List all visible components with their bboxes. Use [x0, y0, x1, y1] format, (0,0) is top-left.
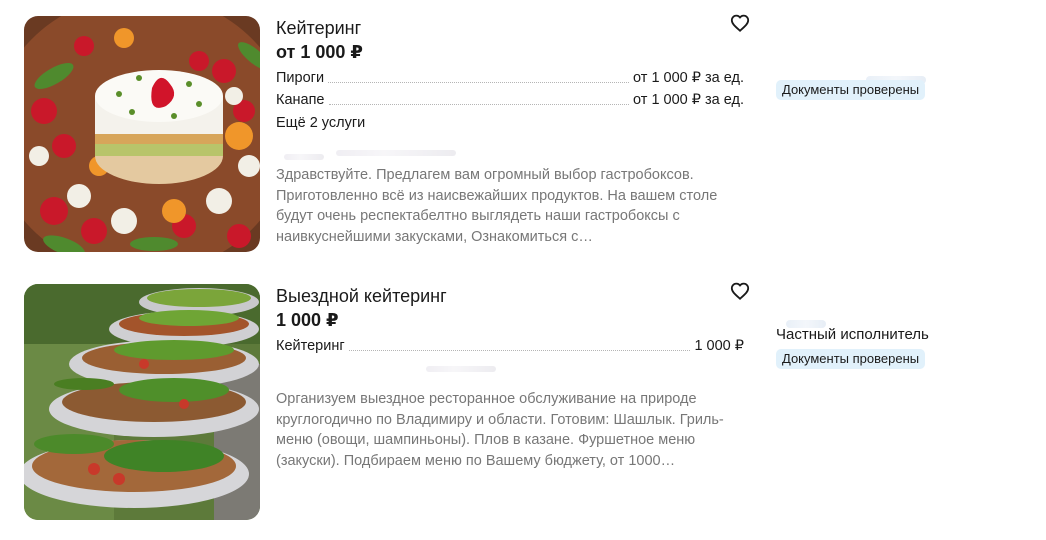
blurred-text [426, 366, 496, 372]
documents-verified-badge: Документы проверены [776, 80, 926, 100]
service-price: от 1 000 ₽ за ед. [633, 70, 744, 86]
favorite-heart-icon[interactable] [730, 282, 752, 302]
blurred-text [284, 154, 324, 160]
favorite-heart-icon[interactable] [730, 14, 752, 34]
service-name: Канапе [276, 92, 325, 108]
service-name: Кейтеринг [276, 338, 345, 354]
listing-price: от 1 000 ₽ [276, 42, 363, 62]
listing-description: Организуем выездное ресторанное обслужив… [276, 391, 724, 469]
service-row: Канапе от 1 000 ₽ за ед. [276, 90, 744, 110]
service-name: Пироги [276, 70, 325, 86]
listing-title[interactable]: Выездной кейтеринг [276, 284, 447, 308]
documents-verified-badge: Документы проверены [776, 349, 926, 369]
listing-description: Здравствуйте. Предлагем вам огромный выб… [276, 167, 718, 245]
listing-photo-catering-platter[interactable] [24, 16, 260, 252]
service-row: Пироги от 1 000 ₽ за ед. [276, 68, 744, 88]
seller-type-label: Частный исполнитель [776, 326, 929, 343]
blurred-text [336, 150, 456, 156]
listing-photo-outdoor-bbq-trays[interactable] [24, 284, 260, 520]
listing-title[interactable]: Кейтеринг [276, 16, 361, 40]
more-services-link[interactable]: Ещё 2 услуги [276, 113, 365, 133]
listing-card[interactable]: Кейтеринг от 1 000 ₽ Пироги от 1 000 ₽ з… [0, 14, 1046, 264]
service-price: 1 000 ₽ [694, 338, 744, 354]
service-price: от 1 000 ₽ за ед. [633, 92, 744, 108]
listing-price: 1 000 ₽ [276, 310, 339, 330]
listing-card[interactable]: Выездной кейтеринг 1 000 ₽ Кейтеринг 1 0… [0, 282, 1046, 532]
service-row: Кейтеринг 1 000 ₽ [276, 336, 744, 356]
